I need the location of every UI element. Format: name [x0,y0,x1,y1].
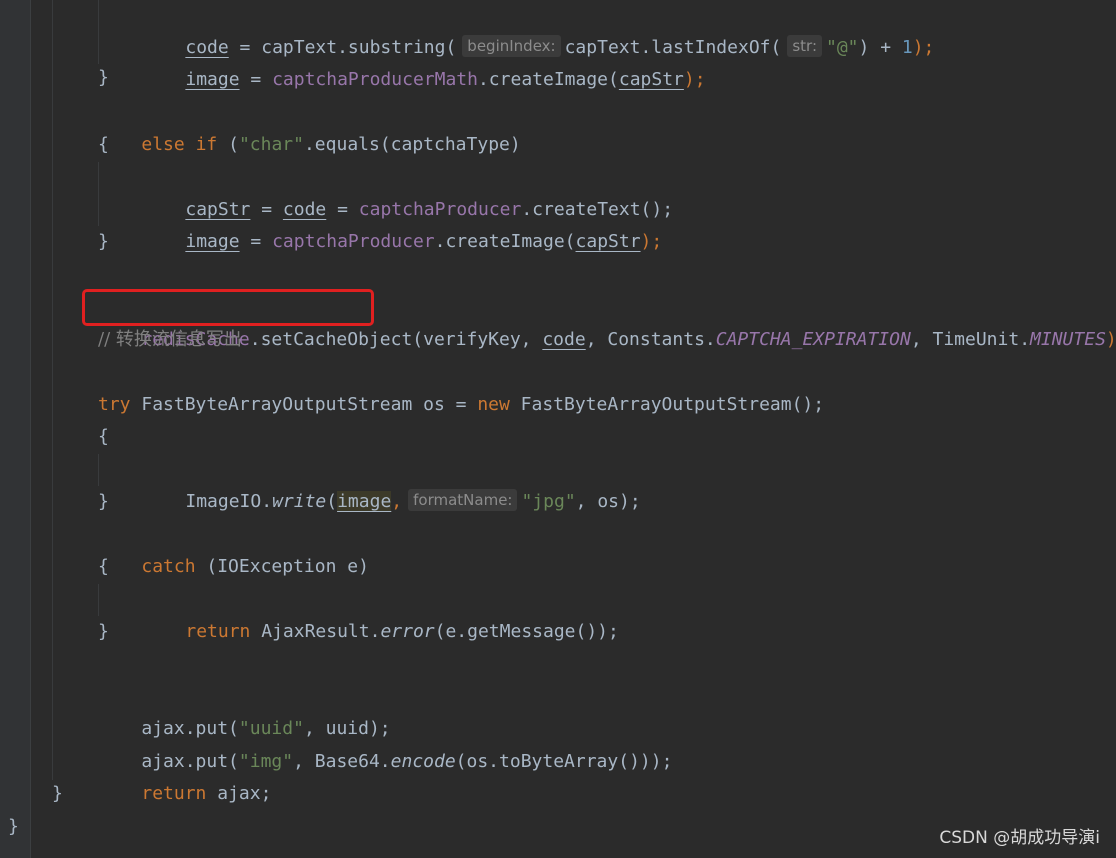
code-variable: code [542,329,586,350]
code-text: ( [217,134,239,155]
code-brace: } [52,783,63,804]
code-text: FastByteArrayOutputStream os = [141,394,478,415]
code-brace: } [8,816,19,837]
code-comment: // 转换流信息写出 [98,329,242,350]
code-text: .createImage( [477,69,619,90]
method-call: error [380,621,435,642]
string-literal: "@" [826,37,859,58]
constant: MINUTES [1030,329,1106,350]
method-call: encode [390,751,456,772]
code-variable: capStr [618,69,684,90]
code-line: return AjaxResult.error(e.getMessage()); [142,584,619,642]
code-punctuation: , [391,491,403,512]
code-text: ImageIO. [185,491,273,512]
code-variable: image [185,69,240,90]
code-line: ajax.put("uuid", uuid); [98,681,390,739]
keyword: try [98,394,131,415]
code-line: try [98,389,131,421]
code-line: // 转换流信息写出 [98,324,242,356]
code-editor[interactable]: code = capText.substring(beginIndex: capT… [0,0,1116,858]
code-line: } [8,811,19,843]
keyword: catch [141,556,196,577]
code-line: } [98,62,109,94]
param-hint: str: [787,35,822,57]
string-literal: "jpg" [521,491,576,512]
code-line: } [98,226,109,258]
code-punctuation: ); [640,231,663,252]
code-line: } [52,778,63,810]
constant: CAPTCHA_EXPIRATION [715,329,911,350]
code-variable: image [185,231,240,252]
code-line: { [98,129,109,161]
code-text: (e.getMessage()); [434,621,619,642]
code-punctuation: ); [1105,329,1116,350]
code-brace: { [98,134,109,155]
keyword: else [141,134,185,155]
number-literal: 1 [901,37,913,58]
keyword: return [185,621,251,642]
code-text: (os.toByteArray())); [455,751,673,772]
code-brace: { [98,426,109,447]
code-text: , TimeUnit. [910,329,1031,350]
code-field: captchaProducer [272,231,435,252]
keyword: return [141,783,207,804]
code-line: code = capText.substring(beginIndex: capT… [142,0,934,58]
code-text: (IOException e) [195,556,369,577]
code-brace: } [98,621,109,642]
code-variable: capStr [575,231,641,252]
code-brace: { [98,556,109,577]
code-text: FastByteArrayOutputStream(); [509,394,825,415]
code-line: image = captchaProducer.createImage(capS… [142,194,662,252]
code-punctuation: ); [683,69,706,90]
code-text: .equals(captchaType) [303,134,521,155]
code-brace: } [98,67,109,88]
code-punctuation: ); [912,37,935,58]
code-field: captchaProducerMath [272,69,478,90]
method-call: .setCacheObject [249,329,413,350]
code-variable: image [337,491,392,512]
code-text: .createImage( [434,231,576,252]
string-literal: "char" [238,134,304,155]
code-line: } [98,616,109,648]
highlight-annotation-box [82,289,374,326]
code-text: ( [326,491,338,512]
code-line: ajax.put("img", Base64.encode(os.toByteA… [98,714,672,772]
code-line: capStr = code = captchaProducer.createTe… [142,162,673,220]
code-line: } [98,486,109,518]
code-text: = [239,231,273,252]
code-text: , os); [575,491,641,512]
code-line: image = captchaProducerMath.createImage(… [142,32,705,90]
code-text: , Constants. [585,329,716,350]
code-text: , Base64. [293,751,391,772]
code-brace: } [98,231,109,252]
code-text: ) + [858,37,902,58]
code-text: ajax; [206,783,272,804]
code-text: (verifyKey, [412,329,543,350]
keyword: new [477,394,510,415]
code-line: { [98,421,109,453]
code-line: catch (IOException e) [98,519,369,577]
code-line: { [98,551,109,583]
code-line: ImageIO.write(image, formatName: "jpg", os… [142,454,641,512]
param-hint: formatName: [408,489,518,511]
code-line: FastByteArrayOutputStream os = new FastB… [98,357,824,415]
watermark: CSDN @胡成功导演i [939,828,1100,848]
keyword: if [195,134,218,155]
method-call: write [272,491,327,512]
code-line: return ajax; [98,746,271,804]
code-text: = [239,69,273,90]
code-text: AjaxResult. [250,621,381,642]
code-brace: } [98,491,109,512]
code-line: else if ("char".equals(captchaType) [98,97,520,155]
